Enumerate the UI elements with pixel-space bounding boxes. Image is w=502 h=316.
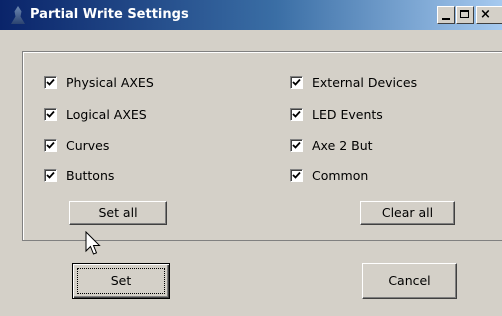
checkbox-label: Logical AXES (66, 107, 147, 122)
checkbox-box[interactable] (44, 139, 57, 152)
checkbox-label: Curves (66, 138, 110, 153)
checkbox-box[interactable] (290, 108, 303, 121)
set-button[interactable]: Set (72, 263, 170, 299)
checkbox-box[interactable] (290, 139, 303, 152)
checkmark-icon (46, 78, 55, 86)
checkbox-box[interactable] (290, 169, 303, 182)
set-label: Set (110, 273, 132, 288)
checkbox-label: Common (312, 168, 369, 183)
checkmark-icon (46, 141, 55, 149)
checkbox-label: LED Events (312, 107, 383, 122)
clear-all-label: Clear all (381, 205, 434, 220)
checkmark-icon (292, 78, 301, 86)
close-icon: × (480, 7, 491, 22)
set-all-label: Set all (98, 205, 138, 220)
mouse-pointer-icon (85, 231, 101, 255)
checkbox-box[interactable] (44, 169, 57, 182)
maximize-icon (460, 10, 469, 18)
checkbox-box[interactable] (44, 76, 57, 89)
title-bar[interactable]: Partial Write Settings × (0, 0, 502, 30)
partial-write-settings-dialog: Partial Write Settings × Physical AXES L… (0, 0, 502, 316)
checkmark-icon (292, 141, 301, 149)
maximize-button[interactable] (456, 6, 474, 24)
clear-all-button[interactable]: Clear all (360, 201, 455, 225)
checkbox-label: External Devices (312, 75, 418, 90)
minimize-button[interactable] (437, 6, 455, 24)
close-button[interactable]: × (476, 6, 502, 24)
cancel-button[interactable]: Cancel (362, 263, 457, 299)
checkmark-icon (292, 171, 301, 179)
checkbox-label: Physical AXES (66, 75, 154, 90)
set-all-button[interactable]: Set all (69, 201, 167, 225)
checkmark-icon (46, 171, 55, 179)
checkbox-box[interactable] (290, 76, 303, 89)
cancel-label: Cancel (388, 273, 431, 288)
checkbox-box[interactable] (44, 108, 57, 121)
minimize-icon (442, 18, 450, 20)
app-icon (11, 6, 25, 24)
checkmark-icon (46, 110, 55, 118)
checkmark-icon (292, 110, 301, 118)
window-title: Partial Write Settings (30, 7, 189, 22)
checkbox-label: Buttons (66, 168, 115, 183)
checkbox-label: Axe 2 But (312, 138, 373, 153)
